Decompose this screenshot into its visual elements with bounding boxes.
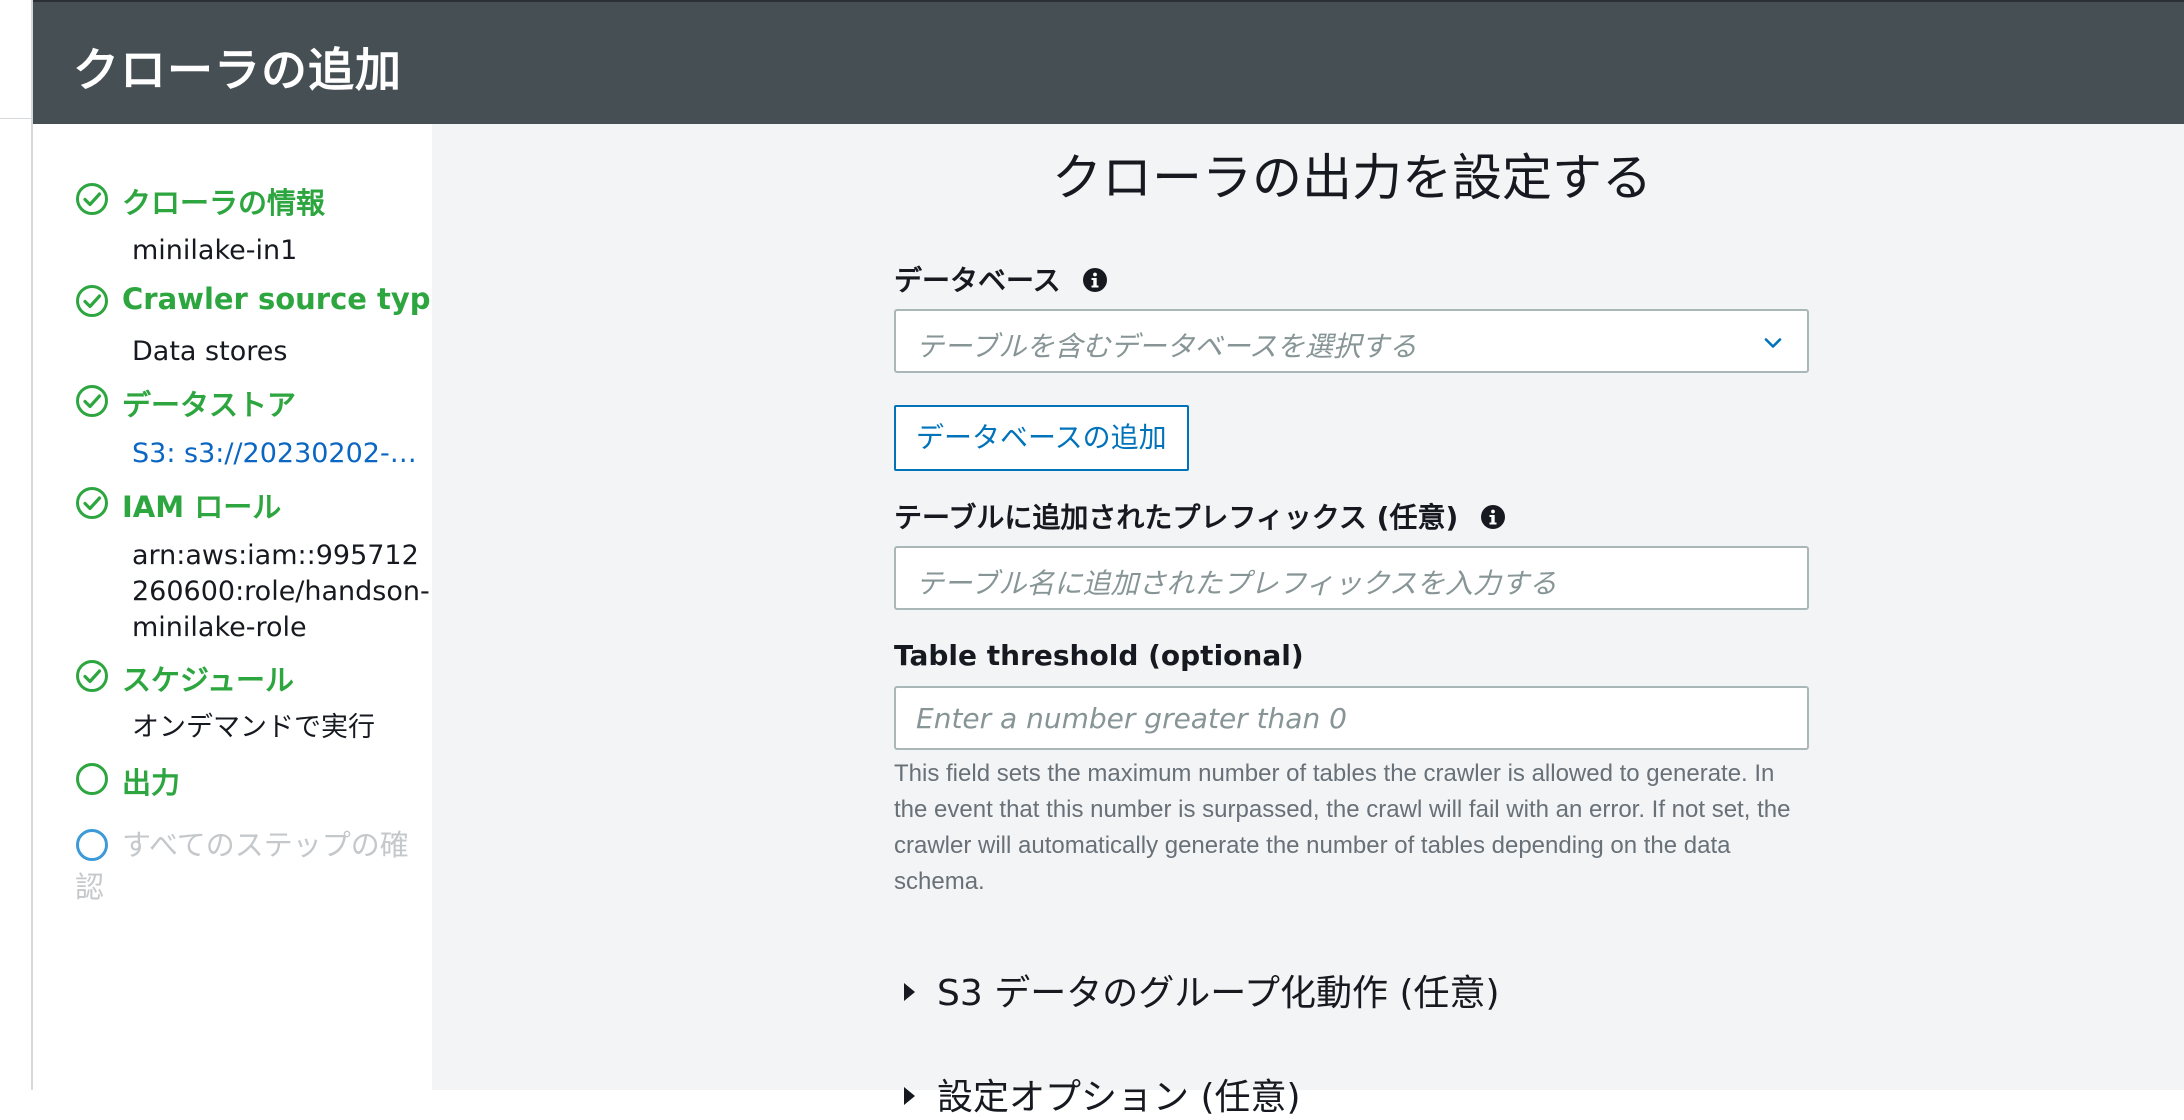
prefix-label: テーブルに追加されたプレフィックス (任意) — [894, 496, 1506, 536]
grouping-behavior-label: S3 データのグループ化動作 (任意) — [937, 973, 1500, 1014]
database-select[interactable]: テーブルを含むデータベースを選択する — [894, 309, 1809, 373]
caret-right-icon — [904, 983, 915, 1001]
prefix-label-text: テーブルに追加されたプレフィックス (任意) — [894, 501, 1459, 534]
database-label-text: データベース — [894, 264, 1061, 297]
table-threshold-label: Table threshold (optional) — [894, 639, 1304, 672]
check-circle-icon — [76, 660, 108, 692]
configuration-options-label: 設定オプション (任意) — [937, 1077, 1301, 1118]
prefix-input-placeholder: テーブル名に追加されたプレフィックスを入力する — [916, 567, 1557, 600]
info-icon[interactable] — [1082, 267, 1108, 293]
prefix-input[interactable]: テーブル名に追加されたプレフィックスを入力する — [894, 546, 1809, 610]
step-title: データストア — [122, 388, 297, 422]
data-store-link[interactable]: S3: s3://20230202-… — [132, 436, 432, 472]
add-database-button[interactable]: データベースの追加 — [894, 405, 1189, 471]
step-title: すべてのステップの確認 — [75, 828, 409, 904]
database-label: データベース — [894, 259, 1108, 299]
main-content: クローラの出力を設定する データベース テーブルを含むデータベースを選択する デ… — [432, 124, 2184, 1118]
step-title: クローラの情報 — [122, 186, 326, 220]
section-title: クローラの出力を設定する — [1052, 149, 1652, 207]
chevron-down-icon — [1764, 338, 1782, 348]
page-header: クローラの追加 — [33, 0, 2184, 124]
step-title: Crawler source type — [122, 282, 451, 316]
step-detail: minilake-in1 — [132, 235, 298, 266]
left-panel-header-stub — [0, 0, 31, 119]
step-detail: arn:aws:iam::995712260600:role/handson-m… — [132, 540, 430, 643]
check-circle-icon — [76, 385, 108, 417]
check-circle-icon — [76, 285, 108, 317]
database-select-placeholder: テーブルを含むデータベースを選択する — [916, 330, 1417, 363]
step-title: 出力 — [122, 766, 181, 800]
step-title: IAM ロール — [122, 490, 282, 524]
grouping-behavior-expander[interactable]: S3 データのグループ化動作 (任意) — [894, 964, 1500, 1016]
left-panel-edge — [0, 0, 33, 1090]
check-circle-icon — [76, 487, 108, 519]
table-threshold-placeholder: Enter a number greater than 0 — [916, 702, 1347, 735]
info-icon[interactable] — [1480, 504, 1506, 530]
step-title: スケジュール — [122, 663, 294, 697]
check-circle-icon — [76, 183, 108, 215]
page-title: クローラの追加 — [73, 43, 402, 97]
table-threshold-help: This field sets the maximum number of ta… — [894, 760, 1791, 895]
wizard-steps-sidebar: クローラの情報 minilake-in1 Crawler source type… — [33, 124, 450, 1090]
step-detail: オンデマンドで実行 — [132, 712, 375, 743]
circle-icon — [76, 763, 108, 795]
configuration-options-expander[interactable]: 設定オプション (任意) — [894, 1068, 1301, 1120]
table-threshold-input[interactable]: Enter a number greater than 0 — [894, 686, 1809, 750]
step-detail: Data stores — [132, 336, 288, 367]
